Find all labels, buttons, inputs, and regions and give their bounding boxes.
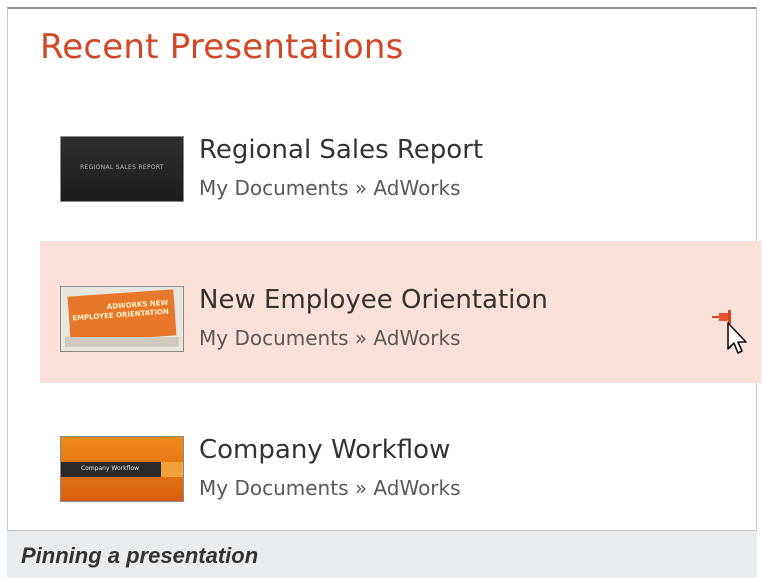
presentation-thumbnail: ADWORKS NEW EMPLOYEE ORIENTATION <box>60 286 184 352</box>
presentation-thumbnail: Company Workflow <box>60 436 184 502</box>
recent-presentations-panel: Recent Presentations REGIONAL SALES REPO… <box>7 7 761 530</box>
figure-caption: Pinning a presentation <box>21 543 259 568</box>
caption-bar: Pinning a presentation <box>7 530 757 578</box>
thumbnail-slide-banner: ADWORKS NEW EMPLOYEE ORIENTATION <box>67 289 177 343</box>
recent-item-regional-sales-report[interactable]: REGIONAL SALES REPORT Regional Sales Rep… <box>40 91 761 233</box>
thumbnail-title: REGIONAL SALES REPORT <box>80 164 164 171</box>
thumbnail-base-strip <box>65 337 179 347</box>
presentation-thumbnail: REGIONAL SALES REPORT <box>60 136 184 202</box>
recent-item-path: My Documents » AdWorks <box>199 176 461 200</box>
recent-item-title: Company Workflow <box>199 435 451 465</box>
mouse-pointer-icon <box>727 322 747 354</box>
recent-item-title: New Employee Orientation <box>199 285 548 315</box>
recent-item-path: My Documents » AdWorks <box>199 326 461 350</box>
thumbnail-accent-block <box>161 462 183 477</box>
recent-item-new-employee-orientation[interactable]: ADWORKS NEW EMPLOYEE ORIENTATION New Emp… <box>40 241 761 383</box>
thumbnail-band: Company Workflow <box>61 462 183 477</box>
recent-item-path: My Documents » AdWorks <box>199 476 461 500</box>
panel-heading: Recent Presentations <box>40 27 404 67</box>
recent-item-title: Regional Sales Report <box>199 135 484 165</box>
recent-item-company-workflow[interactable]: Company Workflow Company Workflow My Doc… <box>40 391 761 533</box>
thumbnail-title: Company Workflow <box>80 465 139 472</box>
